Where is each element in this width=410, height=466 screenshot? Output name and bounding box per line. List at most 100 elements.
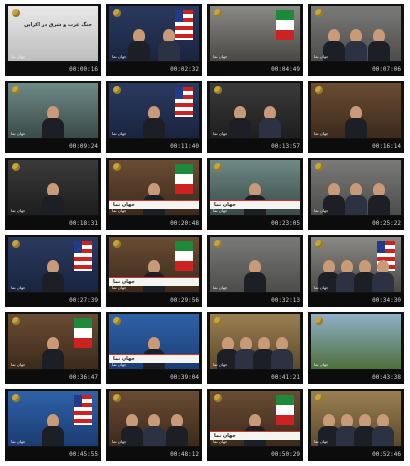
person-silhouette	[143, 414, 165, 446]
video-thumbnail[interactable]: جهان نما 00:02:32	[106, 4, 202, 76]
person-silhouette	[42, 106, 64, 138]
iran-flag-icon	[276, 395, 294, 425]
channel-tag: جهان نما	[314, 285, 329, 290]
timestamp-label: 00:29:56	[170, 297, 199, 304]
thumbnail-frame: جهان نما جهان نما	[210, 160, 300, 215]
channel-tag: جهان نما	[11, 208, 26, 213]
video-thumbnail[interactable]: جهان نما 00:16:14	[308, 81, 404, 153]
channel-logo-icon	[113, 240, 121, 248]
video-thumbnail[interactable]: جنگ غرب و شرق در اکراین جهان نما 00:00:16	[5, 4, 101, 76]
channel-tag: جهان نما	[213, 131, 228, 136]
video-thumbnail[interactable]: جهان نما 00:13:57	[207, 81, 303, 153]
thumbnail-frame: جهان نما	[109, 391, 199, 446]
thumbnail-frame: جهان نما	[311, 160, 401, 215]
us-flag-icon	[74, 241, 92, 271]
video-thumbnail[interactable]: جهان نما 00:48:12	[106, 389, 202, 461]
timestamp-strip: 00:41:21	[207, 370, 303, 384]
channel-logo-icon	[315, 240, 323, 248]
timestamp-label: 00:18:31	[69, 220, 98, 227]
video-thumbnail[interactable]: جهان نما جهان نما 00:23:05	[207, 158, 303, 230]
thumbnail-frame: جهان نما جهان نما	[210, 391, 300, 446]
timestamp-label: 00:20:48	[170, 220, 199, 227]
thumbnail-frame: جهان نما	[8, 83, 98, 138]
timestamp-label: 00:52:46	[372, 451, 401, 458]
timestamp-strip: 00:48:12	[106, 447, 202, 461]
thumbnail-frame: جهان نما	[311, 391, 401, 446]
timestamp-label: 00:50:29	[271, 451, 300, 458]
timestamp-strip: 00:29:56	[106, 293, 202, 307]
person-silhouette	[244, 183, 266, 215]
channel-logo-icon	[113, 394, 121, 402]
channel-tag: جهان نما	[213, 54, 228, 59]
thumbnail-frame: جهان نما	[311, 6, 401, 61]
channel-logo-icon	[12, 9, 20, 17]
thumbnail-frame: جهان نما	[109, 83, 199, 138]
channel-tag: جهان نما	[11, 131, 26, 136]
video-thumbnail[interactable]: جهان نما جهان نما 00:20:48	[106, 158, 202, 230]
person-silhouette	[345, 183, 367, 215]
person-silhouette	[368, 183, 390, 215]
channel-logo-icon	[214, 240, 222, 248]
thumbnail-frame: جهان نما	[311, 237, 401, 292]
thumbnail-frame: جهان نما	[109, 6, 199, 61]
timestamp-label: 00:48:12	[170, 451, 199, 458]
thumbnail-frame: جهان نما	[8, 314, 98, 369]
channel-logo-icon	[315, 317, 323, 325]
video-thumbnail[interactable]: جهان نما 00:25:22	[308, 158, 404, 230]
video-thumbnail[interactable]: جهان نما 00:45:55	[5, 389, 101, 461]
timestamp-label: 00:32:13	[271, 297, 300, 304]
timestamp-strip: 00:18:31	[5, 216, 101, 230]
iran-flag-icon	[276, 10, 294, 40]
channel-logo-icon	[214, 394, 222, 402]
person-silhouette	[166, 414, 188, 446]
video-thumbnail[interactable]: جهان نما 00:34:30	[308, 235, 404, 307]
timestamp-label: 00:07:06	[372, 66, 401, 73]
timestamp-strip: 00:45:55	[5, 447, 101, 461]
video-thumbnail[interactable]: جهان نما جهان نما 00:39:04	[106, 312, 202, 384]
video-thumbnail[interactable]: جهان نما 00:09:24	[5, 81, 101, 153]
video-thumbnail[interactable]: جهان نما 00:18:31	[5, 158, 101, 230]
video-thumbnail[interactable]: جهان نما 00:41:21	[207, 312, 303, 384]
channel-tag: جهان نما	[213, 208, 228, 213]
video-thumbnail[interactable]: جهان نما 00:11:40	[106, 81, 202, 153]
person-silhouette	[42, 183, 64, 215]
timestamp-strip: 00:07:06	[308, 62, 404, 76]
video-thumbnail[interactable]: جهان نما جهان نما 00:29:56	[106, 235, 202, 307]
person-silhouette	[259, 106, 281, 138]
person-silhouette	[368, 29, 390, 61]
channel-logo-icon	[315, 163, 323, 171]
timestamp-label: 00:02:32	[170, 66, 199, 73]
channel-tag: جهان نما	[314, 439, 329, 444]
channel-logo-icon	[214, 317, 222, 325]
us-flag-icon	[74, 395, 92, 425]
iran-flag-icon	[74, 318, 92, 348]
person-silhouette	[372, 260, 394, 292]
timestamp-label: 00:09:24	[69, 143, 98, 150]
channel-logo-icon	[113, 9, 121, 17]
video-thumbnail[interactable]: جهان نما 00:43:38	[308, 312, 404, 384]
person-silhouette	[271, 337, 293, 369]
video-thumbnail[interactable]: جهان نما 00:36:47	[5, 312, 101, 384]
video-thumbnail[interactable]: جهان نما 00:27:39	[5, 235, 101, 307]
video-thumbnail[interactable]: جهان نما 00:07:06	[308, 4, 404, 76]
video-thumbnail[interactable]: جهان نما 00:04:49	[207, 4, 303, 76]
channel-logo-icon	[12, 163, 20, 171]
newspaper-headline: جنگ غرب و شرق در اکراین	[24, 22, 92, 28]
timestamp-strip: 00:34:30	[308, 293, 404, 307]
timestamp-label: 00:04:49	[271, 66, 300, 73]
thumbnail-frame: جهان نما	[8, 391, 98, 446]
channel-tag: جهان نما	[11, 439, 26, 444]
timestamp-label: 00:41:21	[271, 374, 300, 381]
us-flag-icon	[175, 87, 193, 117]
channel-logo-icon	[214, 163, 222, 171]
timestamp-label: 00:43:38	[372, 374, 401, 381]
video-thumbnail[interactable]: جهان نما 00:32:13	[207, 235, 303, 307]
video-thumbnail[interactable]: جهان نما 00:52:46	[308, 389, 404, 461]
thumbnail-frame: جهان نما	[210, 237, 300, 292]
thumbnail-frame: جهان نما	[210, 6, 300, 61]
timestamp-strip: 00:23:05	[207, 216, 303, 230]
video-thumbnail[interactable]: جهان نما جهان نما 00:50:29	[207, 389, 303, 461]
timestamp-label: 00:27:39	[69, 297, 98, 304]
timestamp-label: 00:36:47	[69, 374, 98, 381]
timestamp-strip: 00:04:49	[207, 62, 303, 76]
